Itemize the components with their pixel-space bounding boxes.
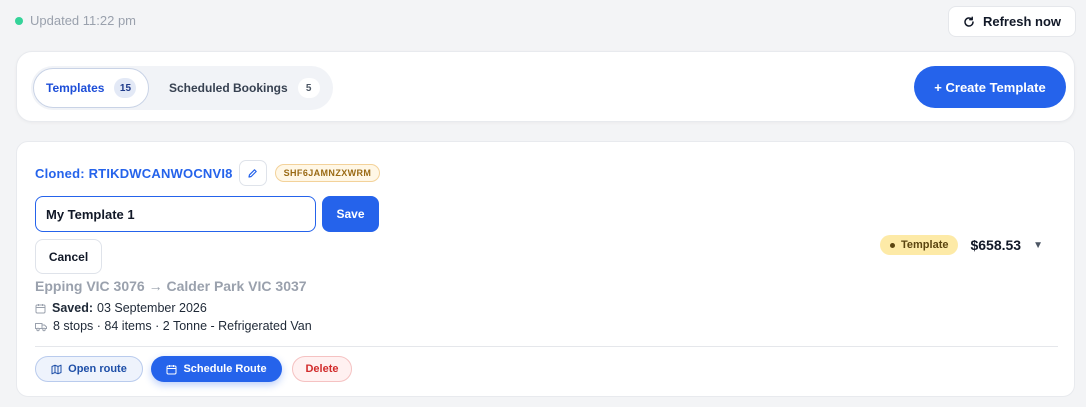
map-icon xyxy=(51,364,62,375)
save-button[interactable]: Save xyxy=(322,196,379,232)
tab-label: Scheduled Bookings xyxy=(169,81,288,95)
chevron-down-icon[interactable]: ▼ xyxy=(1033,240,1043,251)
template-name-input[interactable] xyxy=(35,196,316,232)
calendar-icon xyxy=(166,364,177,375)
create-template-button[interactable]: + Create Template xyxy=(914,66,1066,108)
schedule-route-label: Schedule Route xyxy=(183,363,267,375)
tab-label: Templates xyxy=(46,81,105,95)
badge-label: Template xyxy=(901,239,949,251)
badge-dot xyxy=(890,242,895,248)
update-status: Updated 11:22 pm xyxy=(15,13,136,28)
truck-icon xyxy=(35,321,47,332)
cancel-button[interactable]: Cancel xyxy=(35,239,102,274)
divider xyxy=(35,346,1058,347)
tab-scheduled-bookings[interactable]: Scheduled Bookings 5 xyxy=(151,68,331,108)
template-name-row: Cloned: RTIKDWCANWOCNVI8 SHF6JAMNZXWRM xyxy=(35,160,381,186)
template-name: Cloned: RTIKDWCANWOCNVI8 xyxy=(35,165,233,181)
schedule-route-button[interactable]: Schedule Route xyxy=(151,356,282,382)
refresh-label: Refresh now xyxy=(982,14,1061,29)
saved-label: Saved: xyxy=(52,301,93,315)
refresh-button[interactable]: Refresh now xyxy=(948,6,1076,37)
saved-date-row: Saved: 03 September 2026 xyxy=(35,301,207,315)
template-status-badge: Template xyxy=(880,235,959,255)
price-group: Template $658.53 ▼ xyxy=(880,235,1043,255)
edit-name-button[interactable] xyxy=(238,160,267,186)
template-card: Cloned: RTIKDWCANWOCNVI8 SHF6JAMNZXWRM S… xyxy=(16,141,1075,397)
calendar-icon xyxy=(35,303,46,314)
details-row: 8 stops · 84 items · 2 Tonne - Refrigera… xyxy=(35,319,312,333)
open-route-button[interactable]: Open route xyxy=(35,356,143,382)
refresh-icon xyxy=(963,15,975,28)
tab-group: Templates 15 Scheduled Bookings 5 xyxy=(31,66,333,110)
pencil-icon xyxy=(247,168,258,179)
top-bar: Updated 11:22 pm Refresh now xyxy=(0,0,1086,42)
tab-count-badge: 5 xyxy=(297,78,320,98)
delete-button[interactable]: Delete xyxy=(292,356,352,382)
status-dot xyxy=(15,16,23,25)
open-route-label: Open route xyxy=(68,363,127,375)
tab-templates[interactable]: Templates 15 xyxy=(33,68,149,108)
route-summary: Epping VIC 3076 → Calder Park VIC 3037 xyxy=(35,278,307,294)
template-price: $658.53 xyxy=(970,237,1022,253)
template-code-badge: SHF6JAMNZXWRM xyxy=(274,164,381,182)
route-details: 8 stops · 84 items · 2 Tonne - Refrigera… xyxy=(53,319,312,333)
tab-count-badge: 15 xyxy=(114,78,137,98)
saved-date: 03 September 2026 xyxy=(97,301,207,315)
tabs-card: Templates 15 Scheduled Bookings 5 + Crea… xyxy=(16,51,1075,122)
updated-text: Updated 11:22 pm xyxy=(30,13,136,28)
